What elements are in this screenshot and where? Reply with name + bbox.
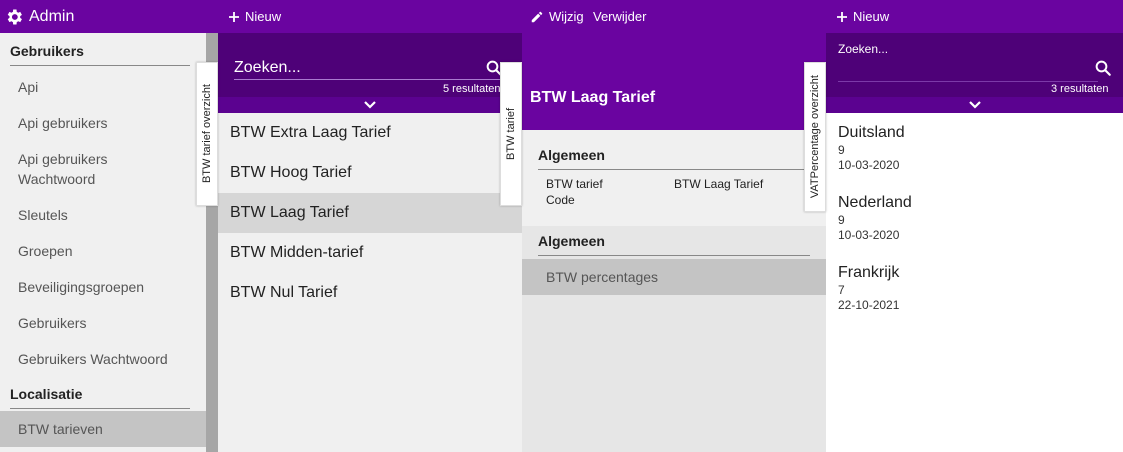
detail-panel: BTW Laag Tarief Algemeen BTW tarief Code…: [522, 33, 826, 452]
vat-country: Frankrijk: [838, 264, 900, 281]
tab-label: VATPercentage overzicht: [809, 75, 821, 199]
vat-expand-toggle[interactable]: [826, 97, 1123, 113]
edit-button[interactable]: Wijzig: [530, 0, 584, 33]
app-title: Admin: [29, 7, 75, 25]
tab-btw-tarief[interactable]: BTW tarief: [500, 62, 522, 206]
edit-button-label: Wijzig: [549, 9, 584, 24]
list-expand-toggle[interactable]: [218, 97, 522, 113]
chevron-down-icon: [364, 101, 376, 109]
plus-icon: [837, 11, 847, 22]
list-item[interactable]: BTW Nul Tarief: [218, 273, 522, 313]
vat-result-count: 3 resultaten: [1051, 83, 1109, 95]
chevron-down-icon: [968, 101, 981, 109]
btw-list-panel: Zoeken... 5 resultaten BTW Extra Laag Ta…: [218, 33, 522, 452]
vat-search-header: Zoeken... 3 resultaten: [826, 33, 1123, 113]
vat-percentage: 9: [838, 143, 845, 157]
new-button-list[interactable]: Nieuw: [228, 0, 281, 33]
field-label-btw-tarief-code: BTW tarief Code: [546, 177, 603, 207]
new-button-label: Nieuw: [853, 9, 890, 24]
sidebar-item-gebruikers-wachtwoord[interactable]: Gebruikers Wachtwoord: [0, 349, 206, 369]
sidebar-item-gebruikers[interactable]: Gebruikers: [0, 313, 206, 333]
list-search-input[interactable]: Zoeken...: [234, 59, 504, 80]
vat-list-item[interactable]: Frankrijk 7 22-10-2021: [838, 263, 1118, 313]
vat-list-item[interactable]: Nederland 9 10-03-2020: [838, 193, 1118, 243]
list-item[interactable]: BTW Midden-tarief: [218, 233, 522, 273]
top-bar: Admin Nieuw Wijzig Verwijder Nieuw: [0, 0, 1123, 33]
field-value-btw-tarief-code: BTW Laag Tarief: [674, 177, 764, 191]
new-button-label: Nieuw: [245, 9, 282, 24]
vat-date: 22-10-2021: [838, 298, 900, 312]
sidebar-section-localisatie: Localisatie: [10, 386, 190, 409]
sidebar: Gebruikers Api Api gebruikers Api gebrui…: [0, 33, 206, 452]
list-search-header: Zoeken... 5 resultaten: [218, 33, 522, 113]
vat-date: 10-03-2020: [838, 158, 900, 172]
sidebar-item-api-gebruikers[interactable]: Api gebruikers: [0, 113, 206, 133]
delete-button-label: Verwijder: [593, 9, 647, 24]
tab-vatpercentage-overzicht[interactable]: VATPercentage overzicht: [804, 62, 826, 212]
gear-icon: [7, 9, 22, 24]
tab-label: BTW tarief: [505, 108, 517, 160]
list-result-count: 5 resultaten: [443, 83, 501, 95]
vat-date: 10-03-2020: [838, 228, 900, 242]
vat-search-underline: [838, 81, 1098, 82]
list-item[interactable]: BTW Extra Laag Tarief: [218, 113, 522, 153]
tab-label: BTW tarief overzicht: [201, 84, 213, 184]
tab-btw-tarief-overzicht[interactable]: BTW tarief overzicht: [196, 62, 218, 206]
sidebar-item-btw-tarieven[interactable]: BTW tarieven: [0, 411, 206, 447]
vat-list-item[interactable]: Duitsland 9 10-03-2020: [838, 123, 1118, 173]
delete-button[interactable]: Verwijder: [593, 0, 646, 33]
list-item[interactable]: BTW Hoog Tarief: [218, 153, 522, 193]
search-icon[interactable]: [1094, 59, 1112, 77]
sidebar-item-groepen[interactable]: Groepen: [0, 241, 206, 261]
pencil-icon: [531, 11, 543, 22]
detail-section-title-2: Algemeen: [538, 233, 810, 256]
plus-icon: [229, 11, 239, 22]
sidebar-item-api[interactable]: Api: [0, 77, 206, 97]
new-button-vat[interactable]: Nieuw: [836, 0, 889, 33]
btw-percentages-link[interactable]: BTW percentages: [522, 259, 826, 295]
sidebar-item-sleutels[interactable]: Sleutels: [0, 205, 206, 225]
vat-percentage: 9: [838, 213, 845, 227]
detail-title: BTW Laag Tarief: [530, 89, 656, 106]
sidebar-item-api-gebruikers-wachtwoord[interactable]: Api gebruikers Wachtwoord: [0, 149, 140, 189]
list-item-selected[interactable]: BTW Laag Tarief: [218, 193, 522, 233]
detail-section-title: Algemeen: [538, 147, 810, 170]
vat-percentage-panel: Zoeken... 3 resultaten Duitsland 9 10-03…: [826, 33, 1123, 452]
vat-percentage: 7: [838, 283, 845, 297]
sidebar-item-beveiligingsgroepen[interactable]: Beveiligingsgroepen: [0, 277, 206, 297]
vat-search-input[interactable]: Zoeken...: [838, 42, 888, 56]
vat-country: Nederland: [838, 194, 912, 211]
detail-header: BTW Laag Tarief: [522, 33, 826, 130]
app-title-area[interactable]: Admin: [4, 0, 74, 33]
vat-country: Duitsland: [838, 124, 905, 141]
sidebar-section-users: Gebruikers: [10, 43, 190, 66]
detail-general-block: Algemeen BTW tarief Code BTW Laag Tarief: [522, 130, 826, 226]
